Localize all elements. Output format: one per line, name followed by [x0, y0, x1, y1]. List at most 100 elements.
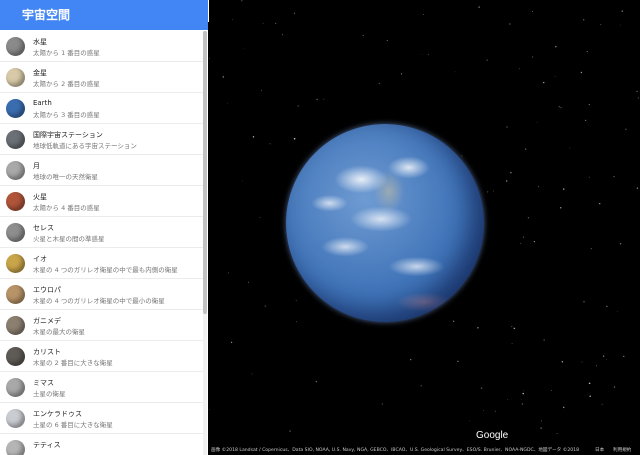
sidebar-panel: 宇宙空間 水星 太陽から 1 番目の惑星 金星 太陽から 2 番目の惑星 Earth 太陽…: [0, 0, 208, 455]
star: [527, 217, 530, 219]
star: [636, 90, 638, 93]
list-item-title: 水星: [33, 38, 47, 46]
star: [636, 187, 639, 189]
star: [492, 190, 494, 192]
list-item[interactable]: 火星 太陽から 4 番目の惑星: [0, 186, 203, 217]
map-attribution-bar: 画像 ©2018 Landsat / Copernicus、Data SIO, …: [209, 446, 640, 455]
star: [538, 186, 540, 188]
star: [259, 217, 261, 218]
star: [586, 51, 588, 53]
star: [461, 155, 463, 157]
list-item[interactable]: ミマス 土星の衛星: [0, 372, 203, 403]
list-item[interactable]: イオ 木星の 4 つのガリレオ衛星の中で最も内側の衛星: [0, 248, 203, 279]
earth-globe[interactable]: [286, 124, 484, 322]
star: [520, 399, 522, 401]
star: [511, 325, 513, 328]
star: [226, 102, 228, 104]
star: [477, 326, 479, 329]
star: [457, 360, 459, 362]
star: [506, 126, 508, 128]
star: [518, 68, 520, 70]
star: [251, 373, 253, 375]
list-item-title: ガニメデ: [33, 317, 61, 325]
star: [561, 361, 563, 363]
star: [230, 341, 233, 344]
star: [483, 409, 484, 411]
star: [540, 420, 543, 422]
attribution-text: 画像 ©2018 Landsat / Copernicus、Data SIO, …: [211, 448, 580, 453]
list-item[interactable]: テティス: [0, 434, 203, 455]
star: [581, 361, 583, 363]
star: [623, 355, 625, 358]
star: [282, 34, 283, 36]
list-item[interactable]: エウロパ 木星の 4 つのガリレオ衛星の中で最小の衛星: [0, 279, 203, 310]
star: [588, 176, 590, 178]
star: [232, 19, 234, 21]
list-item-description: 地球低軌道にある宇宙ステーション: [33, 142, 137, 150]
list-item[interactable]: Earth 太陽から 3 番目の惑星: [0, 93, 203, 124]
star: [260, 89, 262, 91]
list-item[interactable]: 月地球の唯一の天然衛星: [0, 155, 203, 186]
star: [295, 321, 297, 323]
star: [556, 433, 558, 434]
star: [487, 191, 489, 193]
sidebar-scrollbar[interactable]: [203, 31, 207, 455]
star: [637, 97, 640, 99]
star: [569, 147, 571, 149]
list-item-title: 金星: [33, 69, 47, 77]
star: [588, 382, 591, 385]
star: [410, 358, 412, 361]
star: [620, 243, 622, 245]
star: [560, 207, 562, 209]
list-item[interactable]: 水星 太陽から 1 番目の惑星: [0, 31, 203, 62]
star: [252, 136, 255, 138]
celestial-thumbnail: [6, 285, 25, 304]
star: [478, 6, 480, 8]
celestial-thumbnail: [6, 37, 25, 56]
list-item[interactable]: セレス 火星と木星の間の準惑星: [0, 217, 203, 248]
list-item-title: エンケラドゥス: [33, 410, 82, 418]
star: [521, 403, 524, 405]
star: [583, 301, 585, 303]
celestial-thumbnail: [6, 347, 25, 366]
star: [454, 71, 456, 73]
star: [522, 236, 524, 238]
list-item-description: 木星の最大の衛星: [33, 328, 85, 336]
scrollbar-thumb[interactable]: [203, 31, 207, 314]
star: [486, 59, 488, 61]
list-item[interactable]: 金星 太陽から 2 番目の惑星: [0, 62, 203, 93]
star: [381, 403, 384, 405]
star: [469, 420, 471, 422]
star: [228, 272, 230, 274]
star: [264, 305, 267, 307]
star: [494, 410, 496, 412]
star: [598, 202, 601, 205]
star: [540, 427, 542, 429]
star: [452, 320, 455, 322]
star: [295, 299, 297, 301]
star: [601, 403, 603, 405]
star: [423, 14, 425, 15]
star: [554, 75, 556, 77]
star: [241, 0, 243, 2]
list-item[interactable]: エンケラドゥス 土星の 6 番目に大きな衛星: [0, 403, 203, 434]
star: [427, 53, 429, 55]
star: [269, 143, 271, 145]
language-link[interactable]: 日本: [595, 446, 604, 455]
list-item-description: 太陽から 3 番目の惑星: [33, 111, 100, 119]
list-item[interactable]: カリスト 木星の 2 番目に大きな衛星: [0, 341, 203, 372]
star: [520, 242, 522, 244]
celestial-thumbnail: [6, 192, 25, 211]
list-item[interactable]: 国際宇宙ステーション 地球低軌道にある宇宙ステーション: [0, 124, 203, 155]
list-item-title: イオ: [33, 255, 47, 263]
star: [522, 392, 524, 395]
terms-link[interactable]: 利用規約: [613, 446, 631, 455]
star: [275, 23, 277, 25]
celestial-thumbnail: [6, 68, 25, 87]
star: [600, 23, 602, 25]
star: [386, 40, 388, 42]
star: [421, 53, 423, 55]
list-item[interactable]: ガニメデ木星の最大の衛星: [0, 310, 203, 341]
star: [222, 76, 224, 78]
list-item-title: テティス: [33, 441, 61, 449]
